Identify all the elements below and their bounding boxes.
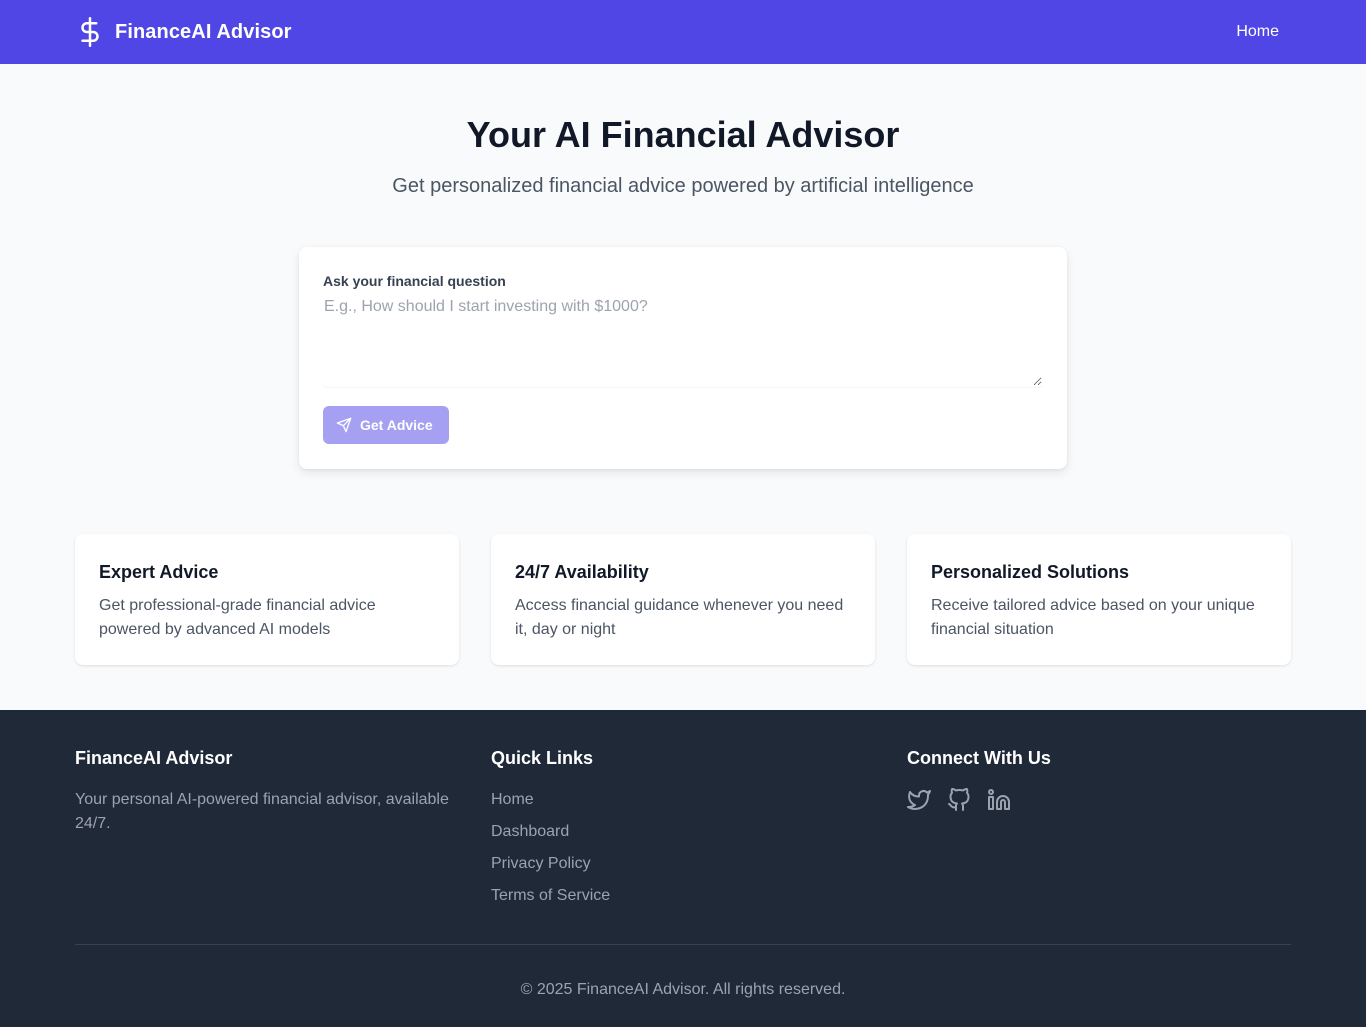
footer-about: FinanceAI Advisor Your personal AI-power…	[75, 746, 459, 916]
feature-description: Receive tailored advice based on your un…	[931, 597, 1255, 638]
feature-title: Personalized Solutions	[931, 562, 1130, 582]
copyright-text: © 2025 FinanceAI Advisor. All rights res…	[520, 981, 846, 998]
github-icon[interactable]	[947, 788, 971, 812]
linkedin-icon[interactable]	[987, 788, 1011, 812]
footer-about-text: Your personal AI-powered financial advis…	[75, 791, 449, 832]
features-section: Expert Advice Get professional-grade fin…	[0, 534, 1366, 665]
feature-title: 24/7 Availability	[515, 562, 649, 582]
feature-description: Access financial guidance whenever you n…	[515, 597, 844, 638]
feature-title: Expert Advice	[99, 562, 219, 582]
send-icon	[336, 417, 352, 433]
hero-section: Your AI Financial Advisor Get personaliz…	[0, 64, 1366, 198]
footer-connect: Connect With Us	[907, 746, 1291, 916]
question-textarea[interactable]	[323, 293, 1043, 387]
dollar-sign-icon	[75, 17, 105, 47]
feature-description: Get professional-grade financial advice …	[99, 597, 376, 638]
question-label: Ask your financial question	[323, 273, 506, 289]
page-title: Your AI Financial Advisor	[466, 114, 900, 155]
feature-card: 24/7 Availability Access financial guida…	[491, 534, 875, 665]
nav-home-link[interactable]: Home	[1236, 23, 1279, 41]
feature-card: Personalized Solutions Receive tailored …	[907, 534, 1291, 665]
get-advice-button[interactable]: Get Advice	[323, 406, 449, 444]
footer-about-heading: FinanceAI Advisor	[75, 748, 233, 768]
footer-links-heading: Quick Links	[491, 748, 594, 768]
page-subtitle: Get personalized financial advice powere…	[392, 175, 974, 197]
footer-link-terms-of-service[interactable]: Terms of Service	[491, 887, 610, 904]
feature-card: Expert Advice Get professional-grade fin…	[75, 534, 459, 665]
twitter-icon[interactable]	[907, 788, 931, 812]
top-navbar: FinanceAI Advisor Home	[0, 0, 1366, 64]
footer-connect-heading: Connect With Us	[907, 748, 1051, 768]
footer-link-dashboard[interactable]: Dashboard	[491, 823, 569, 840]
footer-divider	[75, 944, 1291, 945]
footer-quick-links: Quick Links Home Dashboard Privacy Polic…	[491, 746, 875, 916]
footer-link-privacy-policy[interactable]: Privacy Policy	[491, 855, 591, 872]
brand[interactable]: FinanceAI Advisor	[75, 17, 292, 47]
question-card: Ask your financial question Get Advice	[299, 247, 1067, 469]
get-advice-label: Get Advice	[360, 417, 433, 433]
footer-link-home[interactable]: Home	[491, 791, 534, 808]
brand-name: FinanceAI Advisor	[115, 20, 292, 43]
site-footer: FinanceAI Advisor Your personal AI-power…	[0, 710, 1366, 1027]
